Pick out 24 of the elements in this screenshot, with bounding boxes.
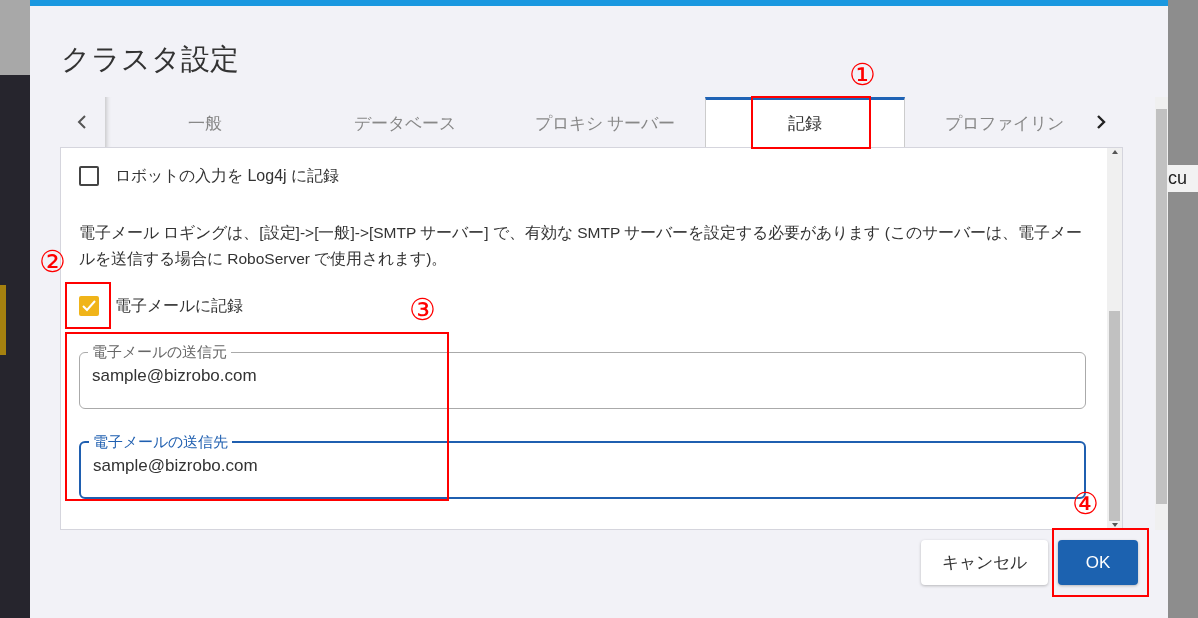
cancel-button[interactable]: キャンセル [921, 540, 1048, 585]
email-field[interactable]: 電子メールの送信元 sample@bizrobo.com [79, 342, 1086, 409]
checkbox[interactable] [79, 166, 99, 186]
chevron-left-icon [77, 114, 88, 130]
scroll-up-icon[interactable] [1110, 148, 1119, 156]
email-input[interactable]: sample@bizrobo.com [91, 454, 1074, 478]
ok-button[interactable]: OK [1058, 540, 1138, 585]
info-text: 電子メール ロギングは、[設定]->[一般]->[SMTP サーバー] で、有効な SMTP サーバーを設定する必要があります (このサーバーは、電子メールを送信する場合に RoboServer で使用されます)。 [79, 223, 1083, 269]
background-text: cu [1168, 165, 1198, 192]
checkbox-label: 電子メールに記録 [115, 296, 243, 316]
email-input[interactable]: sample@bizrobo.com [90, 364, 1075, 388]
field-label: 電子メールの送信先 [92, 432, 229, 452]
annotation-box [65, 282, 111, 329]
field-label: 電子メールの送信元 [91, 342, 228, 362]
annotation-number: ② [39, 246, 66, 278]
dialog-title: クラスタ設定 [61, 42, 239, 77]
annotation-number: ③ [409, 294, 436, 326]
annotation-number: ① [848, 59, 876, 91]
panel-scrollbar[interactable] [1107, 148, 1122, 529]
tab[interactable]: 記録 [704, 97, 905, 147]
dialog-scrollbar[interactable] [1155, 97, 1168, 530]
checkbox[interactable] [79, 296, 99, 316]
checkbox-label: ロボットの入力を Log4j に記録 [115, 166, 340, 186]
chevron-right-icon [1095, 114, 1106, 130]
